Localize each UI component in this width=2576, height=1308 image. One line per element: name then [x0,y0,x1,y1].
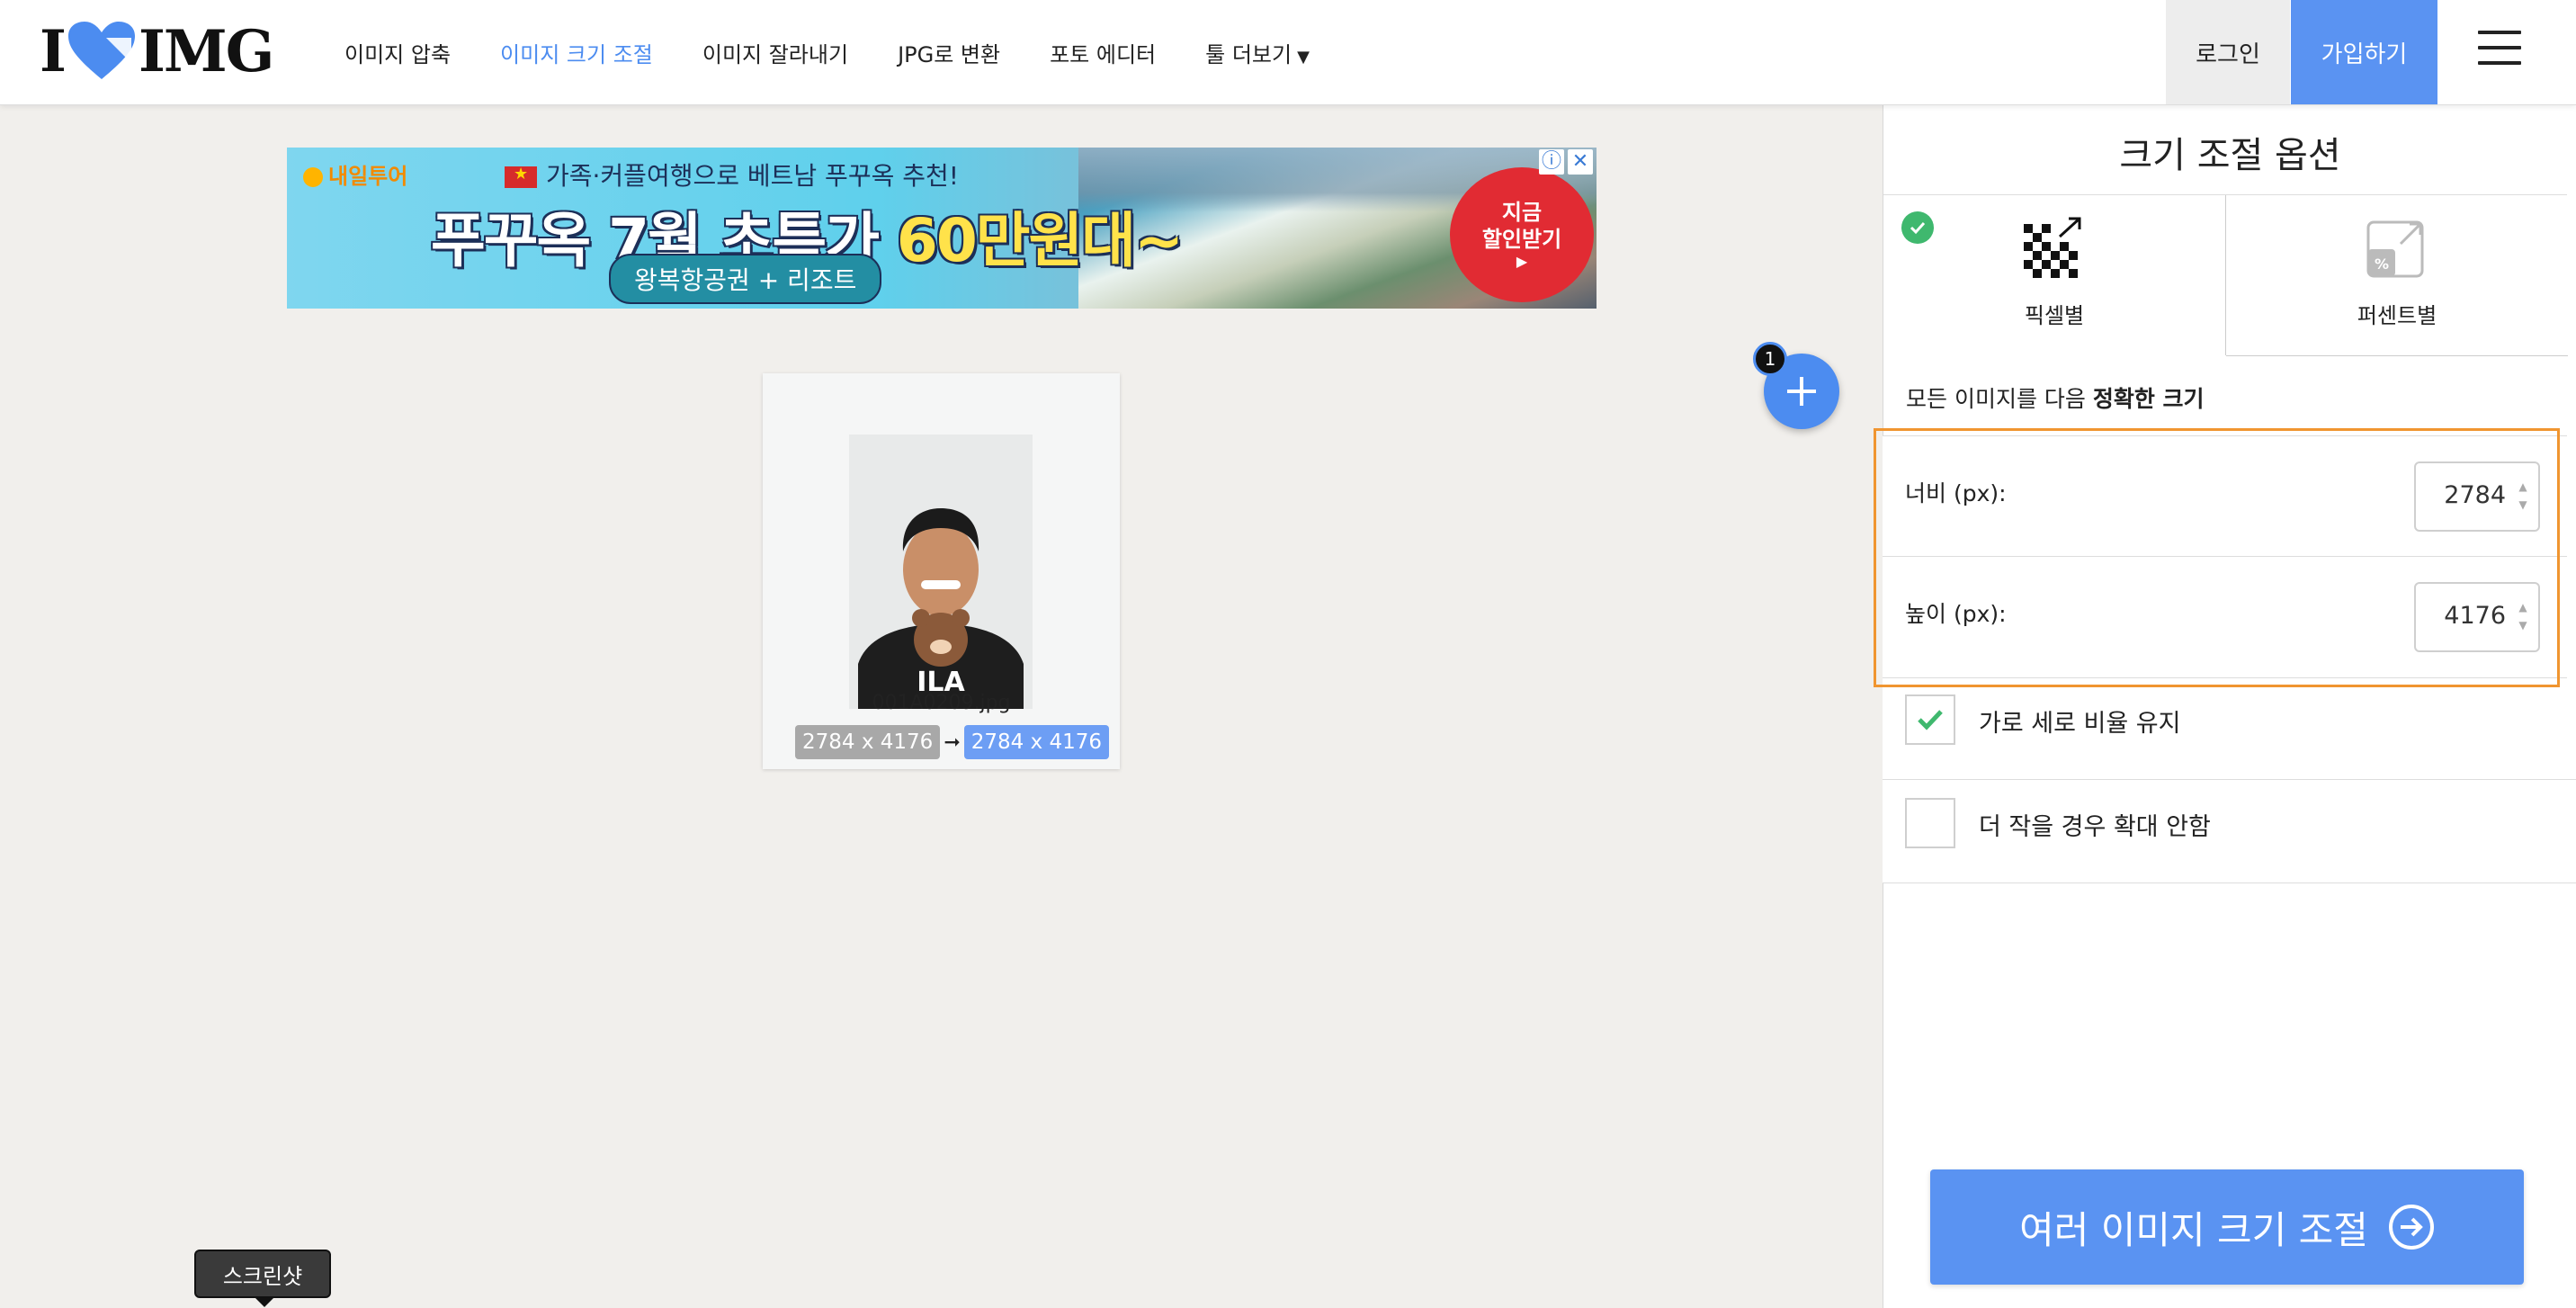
caret-down-icon: ▼ [1297,47,1310,67]
image-file-card[interactable]: ILA 001A0209.jpg 2784 x 4176 ➞ 2784 x 41… [763,373,1120,769]
ad-controls: ⓘ ✕ [1539,149,1593,175]
keep-aspect-ratio-label: 가로 세로 비율 유지 [1979,710,2181,738]
ad-brand: 내일투어 [303,158,407,190]
nav-resize-image[interactable]: 이미지 크기 조절 [500,37,653,68]
arrow-right-icon: ➞ [944,730,961,754]
vietnam-flag-icon [505,165,537,188]
sidebar-title: 크기 조절 옵션 [2119,135,2341,176]
close-icon[interactable]: ✕ [1568,149,1593,175]
nav-more-tools[interactable]: 툴 더보기 ▼ [1205,37,1310,68]
ad-subtitle: 가족·커플여행으로 베트남 푸꾸옥 추천! [505,157,959,193]
image-thumbnail: ILA [849,435,1033,709]
info-icon[interactable]: ⓘ [1539,149,1564,175]
file-count-badge: 1 [1753,342,1787,376]
nav-compress-image[interactable]: 이미지 압축 [344,37,451,68]
person-photo: ILA [849,435,1033,709]
exact-size-heading: 모든 이미지를 다음 정확한 크기 [1906,381,2205,414]
ad-subtitle-text: 가족·커플여행으로 베트남 푸꾸옥 추천! [546,161,959,191]
checkmark-icon [1918,710,1943,730]
screenshot-tooltip: 스크린샷 [194,1250,331,1307]
sun-logo-icon [303,167,323,187]
dimension-highlight-frame [1874,428,2560,687]
dimension-change: 2784 x 4176 ➞ 2784 x 4176 [795,724,1110,760]
ad-cta-line1: 지금 [1501,200,1543,225]
exact-size-heading-bold: 정확한 크기 [2092,386,2205,412]
ad-cta-button[interactable]: 지금 할인받기 ▶ [1450,167,1594,302]
arrow-circle-right-icon [2388,1205,2434,1250]
logo-text-right: IMG [138,17,274,85]
new-dimensions: 2784 x 4176 [963,725,1110,759]
heart-logo-icon [67,22,135,79]
tab-by-pixels[interactable]: 픽셀별 [1883,195,2226,355]
no-enlarge-checkbox[interactable] [1905,798,1955,848]
tab-by-percentage-label: 퍼센트별 [2357,303,2437,328]
nav-convert-to-jpg[interactable]: JPG로 변환 [898,37,1000,68]
nav-crop-image[interactable]: 이미지 잘라내기 [702,37,848,68]
tab-by-percentage[interactable]: % 퍼센트별 [2226,195,2568,356]
svg-text:%: % [2375,255,2389,273]
logo-text-left: I [40,17,67,85]
login-button[interactable]: 로그인 [2166,0,2290,104]
tab-by-pixels-label: 픽셀별 [2024,303,2085,328]
percent-resize-icon: % [2366,220,2424,278]
play-arrow-icon: ▶ [1516,253,1528,270]
no-enlarge-row: 더 작을 경우 확대 안함 [1883,780,2576,883]
keep-aspect-ratio-checkbox[interactable] [1905,694,1955,745]
check-circle-icon [1901,211,1934,244]
main-nav: 이미지 압축 이미지 크기 조절 이미지 잘라내기 JPG로 변환 포토 에디터… [344,0,1359,104]
resize-images-button[interactable]: 여러 이미지 크기 조절 [1930,1169,2524,1285]
ad-headline-b: 60만원대~ [896,206,1184,275]
pixel-resize-icon [2024,217,2081,278]
signup-button[interactable]: 가입하기 [2291,0,2437,104]
no-enlarge-label: 더 작을 경우 확대 안함 [1979,813,2211,841]
ad-pill: 왕복항공권 + 리조트 [609,254,882,304]
ad-cta-line2: 할인받기 [1481,227,1562,252]
hamburger-menu-icon[interactable] [2478,31,2521,67]
nav-more-tools-label: 툴 더보기 [1205,41,1292,67]
logo[interactable]: I IMG [40,17,274,85]
top-header: I IMG 이미지 압축 이미지 크기 조절 이미지 잘라내기 JPG로 변환 … [0,0,2576,105]
ad-brand-text: 내일투어 [328,164,408,189]
keep-aspect-ratio-row: 가로 세로 비율 유지 [1883,676,2576,780]
resize-images-button-label: 여러 이미지 크기 조절 [2019,1207,2368,1252]
resize-mode-tabs: 픽셀별 % 퍼센트별 [1883,194,2568,356]
ad-banner[interactable]: 내일투어 가족·커플여행으로 베트남 푸꾸옥 추천! 푸꾸옥 7월 초특가 60… [287,148,1597,309]
file-name: 001A0209.jpg [872,692,1011,714]
original-dimensions: 2784 x 4176 [795,725,941,759]
nav-photo-editor[interactable]: 포토 에디터 [1050,37,1156,68]
exact-size-heading-prefix: 모든 이미지를 다음 [1906,386,2093,412]
plus-icon [1787,377,1816,406]
